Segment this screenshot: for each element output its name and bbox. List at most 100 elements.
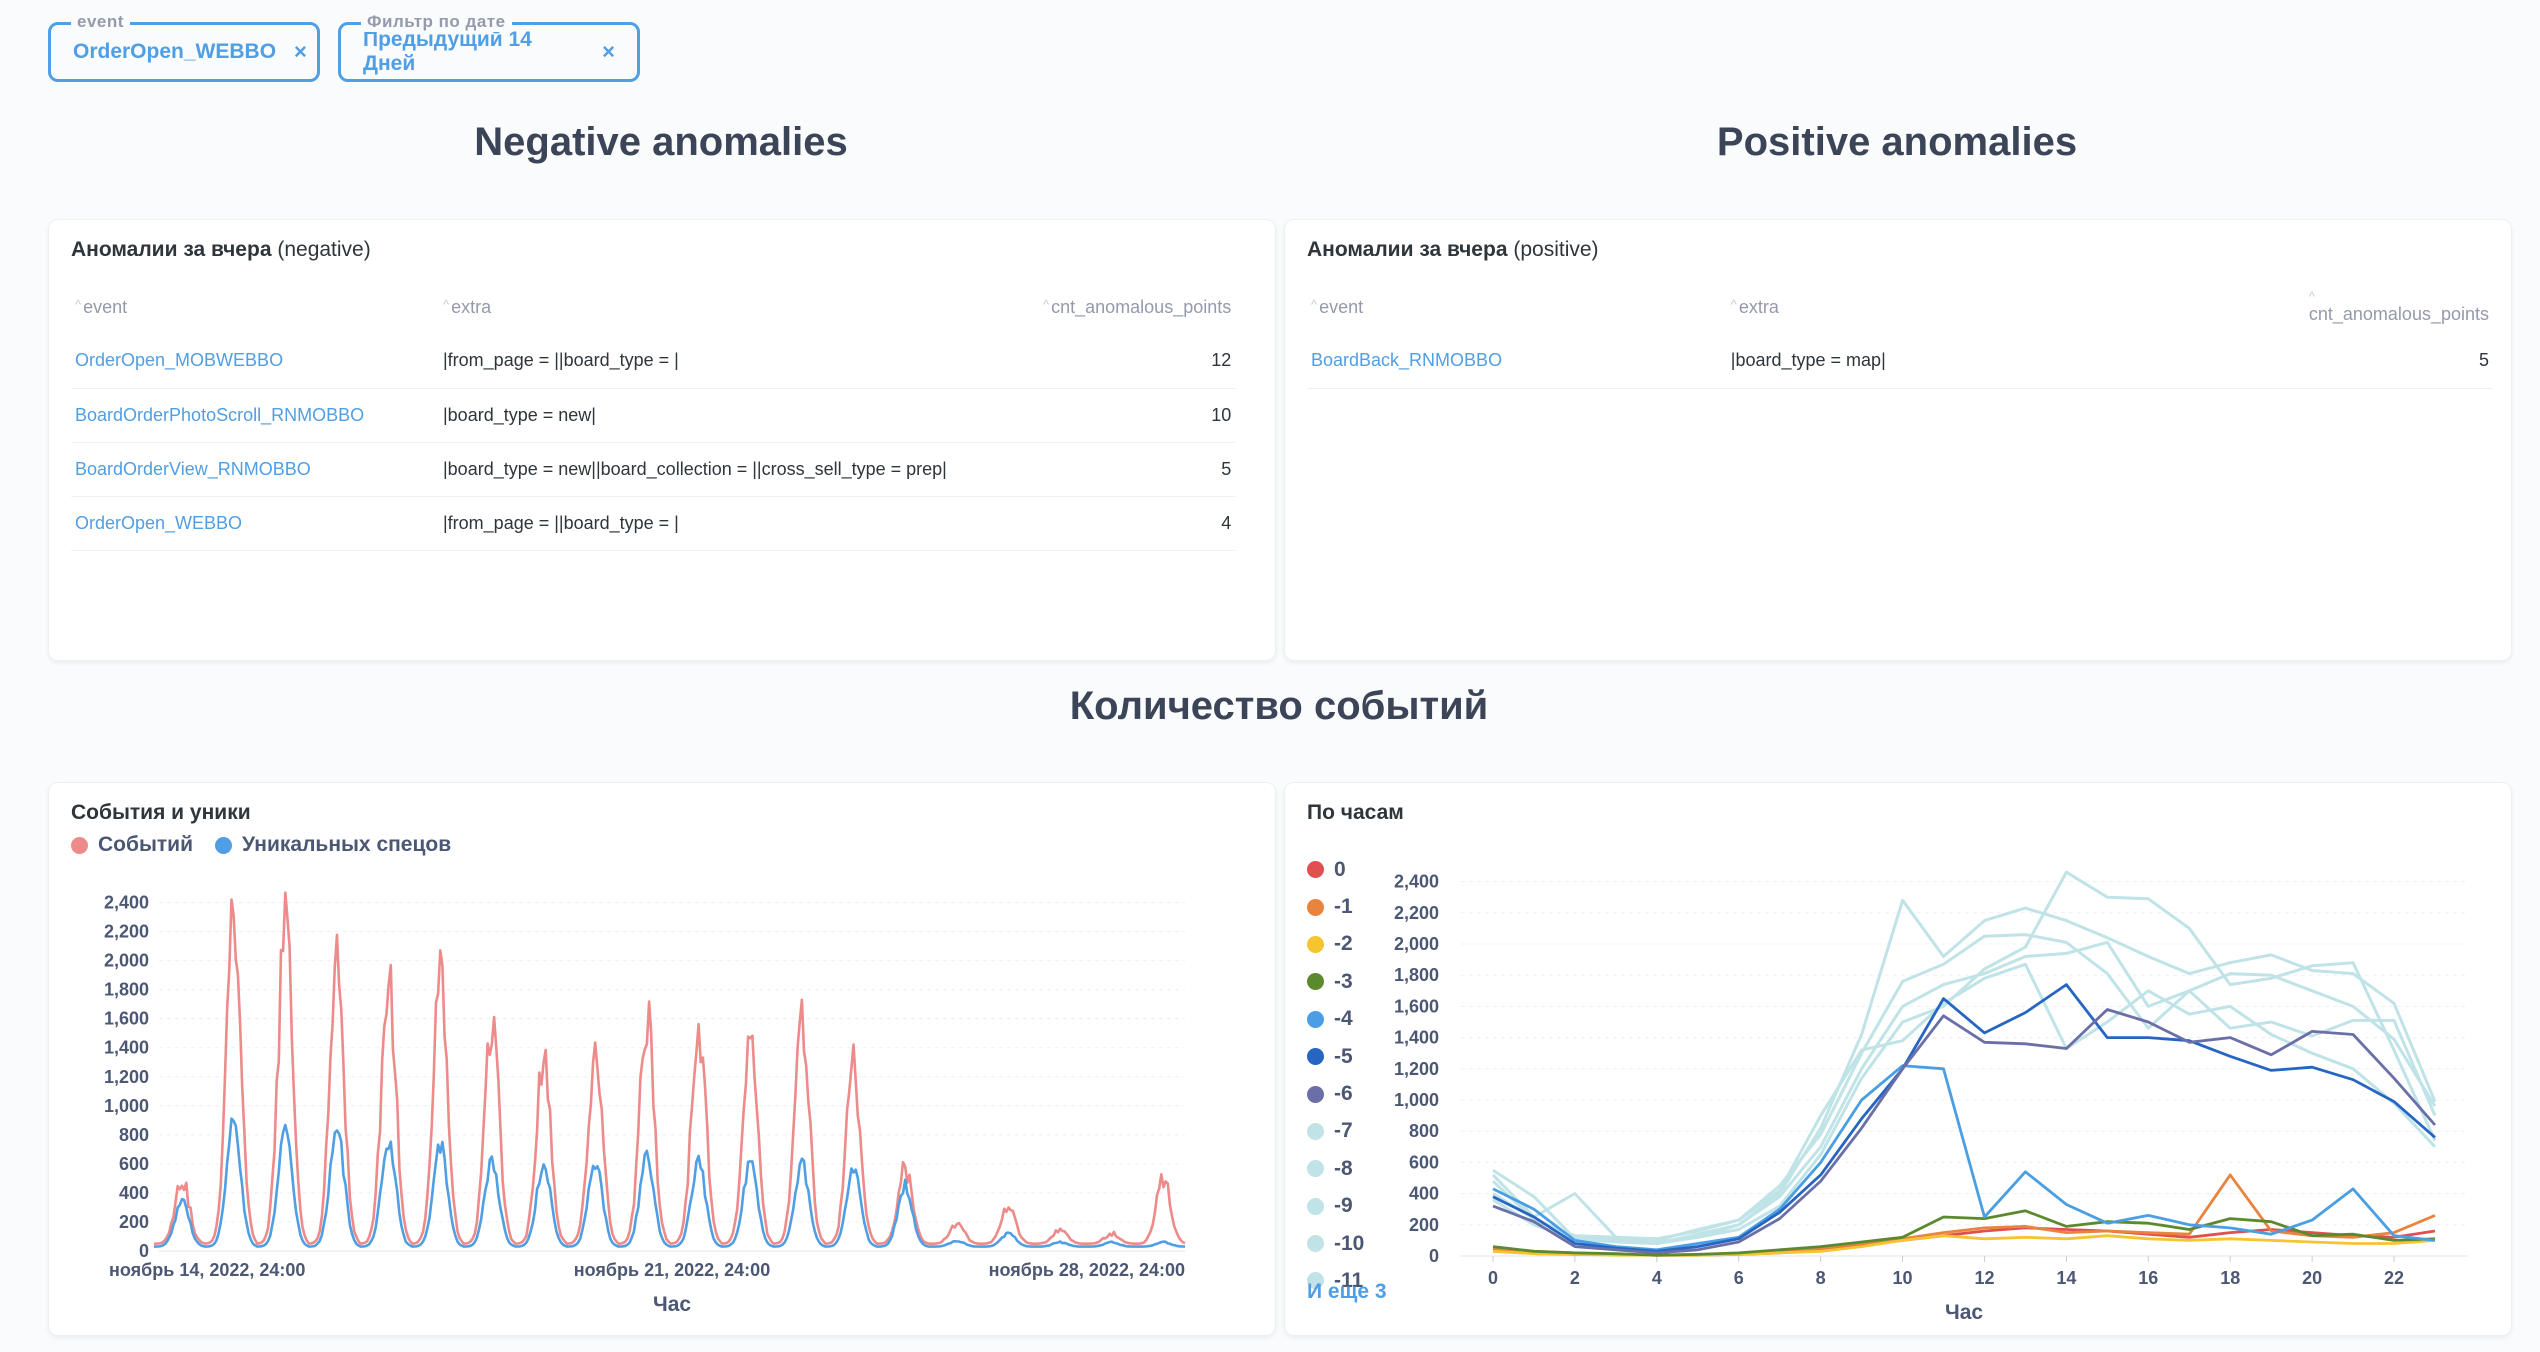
- table-row: BoardOrderPhotoScroll_RNMOBBO |board_type…: [71, 388, 1236, 443]
- event-link[interactable]: BoardOrderView_RNMOBBO: [71, 442, 439, 497]
- count-cell: 5: [1039, 442, 1236, 497]
- series-line--11: [1491, 962, 2437, 1241]
- sort-icon: ^: [75, 296, 82, 312]
- close-icon[interactable]: ×: [294, 39, 307, 65]
- hourly-card: По часам 0 -1 -2 -3 -4 -5 -6 -7 -8 -9 -10 -11 И еще…: [1284, 782, 2512, 1336]
- y-tick-label: 0: [1429, 1246, 1439, 1266]
- y-tick-label: 1,800: [1394, 965, 1439, 985]
- table-row: BoardOrderView_RNMOBBO |board_type = new|…: [71, 442, 1236, 497]
- sort-icon: ^: [1311, 296, 1318, 312]
- column-header-event[interactable]: ^ event: [71, 280, 439, 334]
- y-tick-label: 0: [139, 1241, 149, 1261]
- count-cell: 5: [2304, 334, 2493, 389]
- table-row: BoardBack_RNMOBBO |board_type = map| 5: [1307, 334, 2493, 389]
- column-header-label: cnt_anomalous_points: [2308, 304, 2489, 324]
- sort-icon: ^: [1043, 296, 1050, 312]
- negative-anomalies-table: ^ event ^ extra ^ cnt_anomalous_points Orde…: [71, 280, 1236, 551]
- card-title: Аномалии за вчера (negative): [71, 238, 371, 262]
- column-header-extra[interactable]: ^ extra: [439, 280, 1039, 334]
- date-filter-label: Фильтр по дате: [361, 12, 512, 32]
- event-link[interactable]: OrderOpen_WEBBO: [71, 496, 439, 551]
- column-header-extra[interactable]: ^ extra: [1727, 280, 2305, 334]
- y-tick-label: 1,800: [104, 980, 149, 1000]
- table-header-row: ^ event ^ extra ^ cnt_anomalous_points: [1307, 280, 2493, 334]
- column-header-cnt[interactable]: ^ cnt_anomalous_points: [1039, 280, 1235, 334]
- card-title: Аномалии за вчера (positive): [1307, 238, 1599, 262]
- card-title-suffix: (negative): [277, 238, 371, 261]
- y-tick-label: 800: [1409, 1121, 1439, 1141]
- x-tick-label: 14: [2056, 1268, 2076, 1288]
- x-tick-label: 4: [1652, 1268, 1662, 1288]
- event-filter-value: OrderOpen_WEBBO: [73, 40, 277, 63]
- count-cell: 12: [1039, 334, 1236, 389]
- y-tick-label: 400: [1409, 1184, 1439, 1204]
- sort-icon: ^: [2308, 289, 2315, 304]
- table-header-row: ^ event ^ extra ^ cnt_anomalous_points: [71, 280, 1235, 334]
- event-link[interactable]: OrderOpen_MOBWEBBO: [71, 334, 439, 389]
- series-line--10: [1492, 870, 2437, 1244]
- column-header-label: event: [83, 296, 128, 317]
- series-line-uniques: [154, 1117, 1186, 1248]
- y-tick-label: 200: [119, 1212, 149, 1232]
- y-tick-label: 800: [119, 1125, 149, 1145]
- event-filter[interactable]: event OrderOpen_WEBBO ×: [48, 12, 320, 82]
- column-header-event[interactable]: ^ event: [1307, 280, 1727, 334]
- positive-anomalies-table: ^ event ^ extra ^ cnt_anomalous_points Boar…: [1307, 280, 2493, 389]
- x-axis-label: Час: [1945, 1301, 1983, 1324]
- column-header-label: event: [1319, 296, 1364, 317]
- date-filter[interactable]: Фильтр по дате Предыдущий 14 Дней ×: [338, 12, 640, 82]
- y-tick-label: 600: [1409, 1152, 1439, 1172]
- x-tick-label: ноябрь 14, 2022, 24:00: [109, 1260, 305, 1280]
- table-row: OrderOpen_MOBWEBBO |from_page = ||board_t…: [71, 334, 1236, 389]
- y-tick-label: 1,600: [104, 1009, 149, 1029]
- x-tick-label: 18: [2220, 1268, 2240, 1288]
- extra-cell: |board_type = new||board_collection = ||…: [439, 442, 1039, 497]
- card-title-main: Аномалии за вчера: [71, 238, 272, 261]
- positive-anomalies-card: Аномалии за вчера (positive) ^ event ^ ext…: [1284, 219, 2512, 661]
- count-cell: 4: [1039, 496, 1236, 551]
- column-header-label: extra: [1738, 296, 1779, 317]
- y-tick-label: 1,200: [104, 1067, 149, 1087]
- sort-icon: ^: [1730, 296, 1737, 312]
- y-tick-label: 2,200: [104, 922, 149, 942]
- column-header-label: cnt_anomalous_points: [1051, 296, 1232, 317]
- y-tick-label: 2,000: [1394, 934, 1439, 954]
- series-line--4: [1492, 1064, 2436, 1252]
- y-tick-label: 400: [119, 1183, 149, 1203]
- negative-heading: Negative anomalies: [474, 120, 848, 164]
- y-tick-label: 1,400: [1394, 1028, 1439, 1048]
- column-header-cnt[interactable]: ^ cnt_anomalous_points: [2305, 280, 2493, 334]
- x-tick-label: ноябрь 21, 2022, 24:00: [574, 1260, 770, 1280]
- table-row: OrderOpen_WEBBO |from_page = ||board_type…: [71, 496, 1236, 551]
- extra-cell: |from_page = ||board_type = |: [439, 334, 1039, 389]
- y-tick-label: 2,400: [104, 893, 149, 913]
- column-header-label: extra: [451, 296, 492, 317]
- event-link[interactable]: BoardBack_RNMOBBO: [1307, 334, 1727, 389]
- x-tick-label: 2: [1570, 1268, 1580, 1288]
- events-uniques-chart[interactable]: 0 200 400 600 800 1,000 1,200 1,400 1,600 1,800 2,…: [49, 783, 1277, 1337]
- events-uniques-card: События и уники Событий Уникальных спецо…: [48, 782, 1276, 1336]
- y-tick-label: 1,000: [1394, 1090, 1439, 1110]
- x-tick-label: 0: [1488, 1268, 1498, 1288]
- x-tick-label: 10: [1893, 1268, 1913, 1288]
- y-tick-label: 1,600: [1394, 996, 1439, 1016]
- x-tick-label: 12: [1974, 1268, 1994, 1288]
- series-line-events: [154, 891, 1186, 1245]
- x-tick-label: ноябрь 28, 2022, 24:00: [989, 1260, 1185, 1280]
- y-tick-label: 1,000: [104, 1096, 149, 1116]
- x-tick-label: 6: [1734, 1268, 1744, 1288]
- close-icon[interactable]: ×: [602, 39, 615, 65]
- positive-heading: Positive anomalies: [1716, 120, 2078, 164]
- card-title-suffix: (positive): [1513, 238, 1599, 261]
- y-tick-label: 2,200: [1394, 903, 1439, 923]
- y-tick-label: 1,200: [1394, 1059, 1439, 1079]
- y-tick-label: 200: [1409, 1215, 1439, 1235]
- extra-cell: |from_page = ||board_type = |: [439, 496, 1039, 551]
- event-link[interactable]: BoardOrderPhotoScroll_RNMOBBO: [71, 388, 439, 443]
- negative-anomalies-card: Аномалии за вчера (negative) ^ event ^ ext…: [48, 219, 1276, 661]
- event-filter-label: event: [71, 12, 130, 32]
- extra-cell: |board_type = map|: [1726, 334, 2305, 389]
- extra-cell: |board_type = new|: [439, 388, 1039, 443]
- y-tick-label: 600: [119, 1154, 149, 1174]
- hourly-chart[interactable]: 0 200 400 600 800 1,000 1,200 1,400 1,600 1,800 2,…: [1285, 783, 2513, 1337]
